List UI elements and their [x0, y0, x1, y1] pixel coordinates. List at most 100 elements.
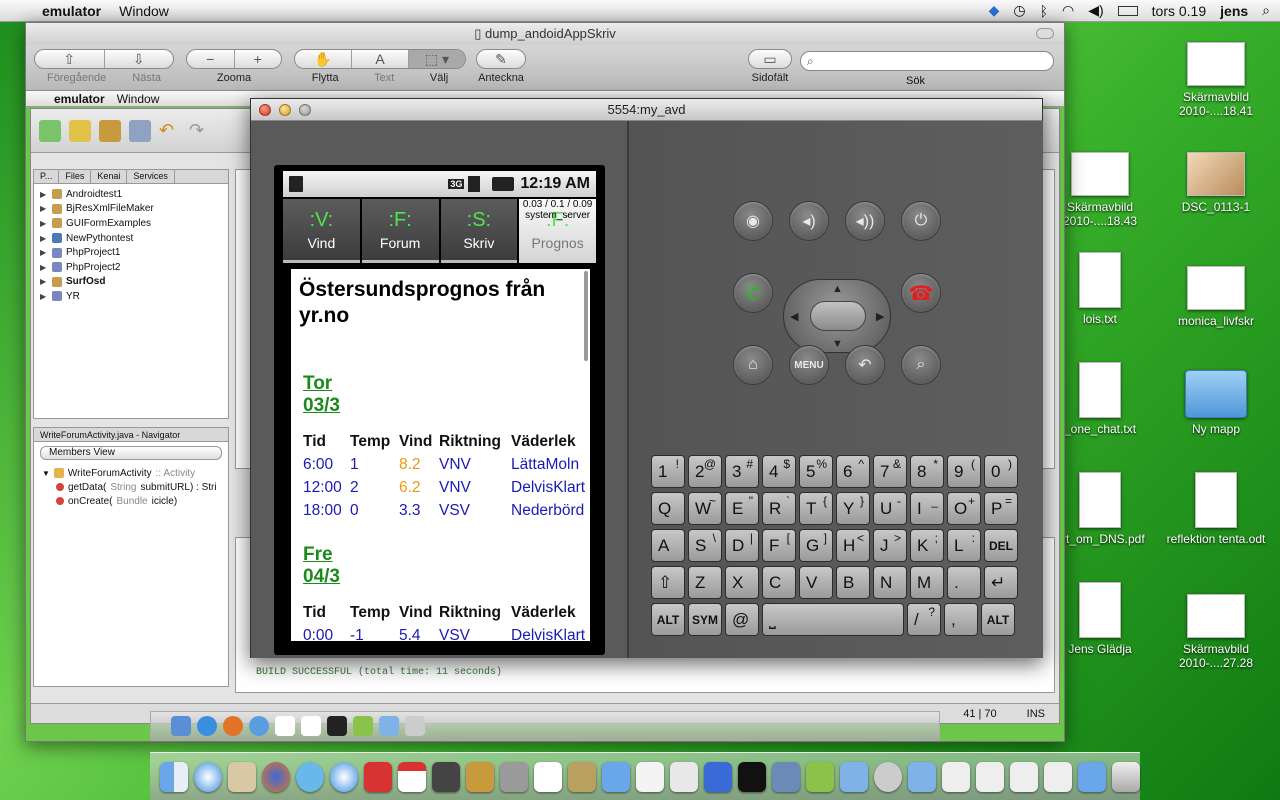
key-c[interactable]: C — [762, 566, 796, 599]
power-button[interactable]: ⏻ — [901, 201, 941, 241]
tab-skriv[interactable]: :S: Skriv — [440, 199, 518, 263]
zoom-out-button[interactable]: − — [187, 50, 235, 68]
home-button[interactable]: ⌂ — [733, 345, 773, 385]
key-7[interactable]: 7 & — [873, 455, 907, 488]
key-h[interactable]: H < — [836, 529, 870, 562]
previous-button[interactable]: ⇧ — [35, 50, 105, 68]
forecast-webview[interactable]: Östersundsprognos från yr.no Tor 03/3 Ti… — [291, 269, 590, 641]
desktop-icon[interactable]: reflektion tenta.odt — [1166, 472, 1266, 546]
spotlight-icon[interactable]: ⌕ — [1262, 2, 1270, 19]
itunes-icon[interactable] — [330, 761, 358, 792]
key-p[interactable]: P = — [984, 492, 1018, 525]
move-tool-icon[interactable]: ✋ — [295, 50, 352, 68]
key-j[interactable]: J > — [873, 529, 907, 562]
menu-button[interactable]: MENU — [789, 345, 829, 385]
key-d[interactable]: D | — [725, 529, 759, 562]
day-date-link[interactable]: 04/3 — [303, 566, 590, 588]
key-sym[interactable]: SYM — [688, 603, 722, 636]
key-g[interactable]: G] — [799, 529, 833, 562]
key-y[interactable]: Y} — [836, 492, 870, 525]
preview-icon[interactable] — [670, 761, 698, 792]
dropbox-icon[interactable]: ◆ — [989, 2, 1000, 19]
battery-icon[interactable] — [1117, 5, 1138, 16]
stack-icon[interactable] — [942, 761, 970, 792]
dpad-left[interactable]: ◀ — [790, 310, 798, 323]
key-↵[interactable]: ↵ — [984, 566, 1018, 599]
day-name-link[interactable]: Tor — [303, 373, 590, 395]
sidebar-icon[interactable]: ▭ — [749, 50, 791, 68]
desktop-icon[interactable]: Ny mapp — [1166, 370, 1266, 436]
key-f[interactable]: F[ — [762, 529, 796, 562]
key-1[interactable]: 1! — [651, 455, 685, 488]
desktop-icon[interactable]: ort_om_DNS.pdf — [1050, 472, 1150, 546]
garageband-icon[interactable] — [466, 761, 494, 792]
key-/[interactable]: /? — [907, 603, 941, 636]
dpad-right[interactable]: ▶ — [876, 310, 884, 323]
key-m[interactable]: M — [910, 566, 944, 599]
key-l[interactable]: L: — [947, 529, 981, 562]
scrollbar-thumb[interactable] — [584, 271, 588, 361]
key-alt[interactable]: ALT — [981, 603, 1015, 636]
bluetooth-icon[interactable]: ᛒ — [1040, 3, 1048, 19]
desktop-icon[interactable]: Jens Glädja — [1050, 582, 1150, 656]
desktop-icon[interactable]: Skärmavbild 2010-....18.41 — [1166, 42, 1266, 118]
desktop-icon[interactable]: Skärmavbild 2010-....27.28 — [1166, 594, 1266, 670]
dpad-down[interactable]: ▼ — [832, 338, 843, 350]
menu-window[interactable]: Window — [119, 3, 169, 19]
dpad[interactable]: ▲ ▼ ◀ ▶ — [783, 279, 891, 353]
tab-prognos[interactable]: 0.03 / 0.1 / 0.09 system_server :F: Prog… — [519, 199, 596, 263]
annotate-pencil-icon[interactable]: ✎ — [477, 50, 525, 68]
key-q[interactable]: Q — [651, 492, 685, 525]
minimize-button[interactable] — [279, 104, 291, 116]
stack-icon[interactable] — [1044, 761, 1072, 792]
textedit-icon[interactable] — [636, 761, 664, 792]
key-⇧[interactable]: ⇧ — [651, 566, 685, 599]
key-5[interactable]: 5% — [799, 455, 833, 488]
end-call-button[interactable]: ☎ — [901, 273, 941, 313]
time-machine-icon[interactable]: ◷ — [1013, 2, 1025, 19]
camera-button[interactable]: ◉ — [733, 201, 773, 241]
key-@[interactable]: @ — [725, 603, 759, 636]
key-u[interactable]: U- — [873, 492, 907, 525]
preview-titlebar[interactable]: ▯ dump_andoidAppSkriv — [26, 23, 1064, 45]
key-r[interactable]: R ` — [762, 492, 796, 525]
desktop-icon[interactable]: monica_livfskr — [1166, 266, 1266, 328]
ical-icon[interactable] — [398, 761, 426, 792]
trash-icon[interactable] — [1112, 761, 1140, 792]
key-.[interactable]: . — [947, 566, 981, 599]
key-s[interactable]: S \ — [688, 529, 722, 562]
key-b[interactable]: B — [836, 566, 870, 599]
desktop-icon[interactable]: lois.txt — [1050, 252, 1150, 326]
day-name-link[interactable]: Fre — [303, 544, 590, 566]
key-a[interactable]: A — [651, 529, 685, 562]
iphoto-icon[interactable] — [772, 761, 800, 792]
key-w[interactable]: W ~ — [688, 492, 722, 525]
stack-icon[interactable] — [976, 761, 1004, 792]
star-app-icon[interactable] — [432, 761, 460, 792]
key-3[interactable]: 3 # — [725, 455, 759, 488]
applications-folder-icon[interactable] — [908, 761, 936, 792]
flashcards-icon[interactable] — [364, 761, 392, 792]
mail-icon[interactable] — [228, 761, 256, 792]
key-4[interactable]: 4 $ — [762, 455, 796, 488]
zoom-in-button[interactable]: + — [235, 50, 282, 68]
documents-folder-icon[interactable] — [840, 761, 868, 792]
search-input[interactable]: ⌕ — [800, 51, 1054, 71]
terminal-icon[interactable] — [738, 761, 766, 792]
x11-icon[interactable] — [534, 761, 562, 792]
key-z[interactable]: Z — [688, 566, 722, 599]
back-button[interactable]: ↶ — [845, 345, 885, 385]
tab-vind[interactable]: :V: Vind — [283, 199, 360, 263]
key-n[interactable]: N — [873, 566, 907, 599]
virtualbox-icon[interactable] — [1078, 761, 1106, 792]
finder-icon[interactable] — [160, 761, 188, 792]
dpad-up[interactable]: ▲ — [832, 283, 843, 295]
search-button[interactable]: ⌕ — [901, 345, 941, 385]
key-del[interactable]: DEL — [984, 529, 1018, 562]
key-alt[interactable]: ALT — [651, 603, 685, 636]
next-button[interactable]: ⇩ — [105, 50, 174, 68]
clock[interactable]: tors 0.19 — [1152, 3, 1206, 19]
key-x[interactable]: X — [725, 566, 759, 599]
key-o[interactable]: O + — [947, 492, 981, 525]
tab-forum[interactable]: :F: Forum — [361, 199, 439, 263]
